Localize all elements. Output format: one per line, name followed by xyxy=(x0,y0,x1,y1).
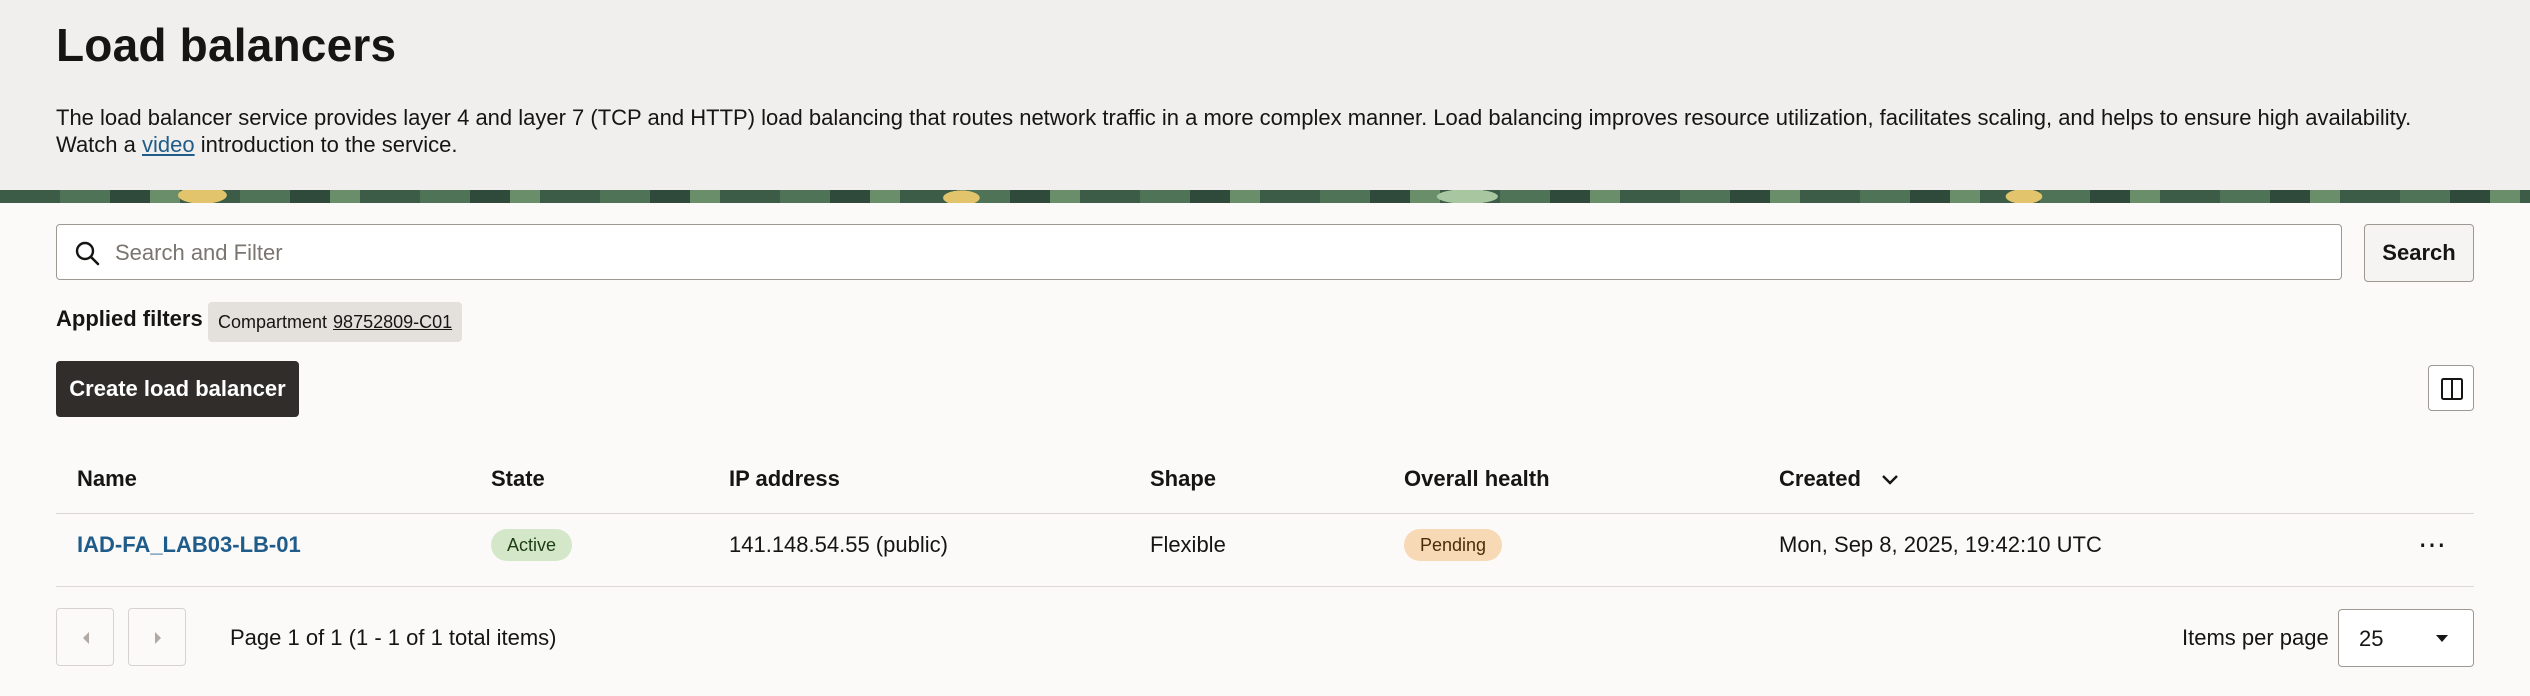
video-link[interactable]: video xyxy=(142,132,195,157)
caret-right-icon xyxy=(155,632,161,644)
row-actions-button[interactable]: ⋯ xyxy=(2412,530,2448,560)
load-balancer-name-cell: IAD-FA_LAB03-LB-01 xyxy=(77,532,301,558)
pagination-info: Page 1 of 1 (1 - 1 of 1 total items) xyxy=(230,625,557,650)
shape-cell: Flexible xyxy=(1150,532,1226,557)
created-cell: Mon, Sep 8, 2025, 19:42:10 UTC xyxy=(1779,532,2102,557)
items-per-page-label: Items per page xyxy=(2182,625,2329,650)
table-row-divider xyxy=(56,586,2474,587)
caret-left-icon xyxy=(83,632,89,644)
column-header-created[interactable]: Created xyxy=(1779,466,1899,492)
next-page-button[interactable] xyxy=(128,608,186,666)
page-title: Load balancers xyxy=(56,19,397,71)
column-header-created-label: Created xyxy=(1779,466,1861,491)
decorative-banner xyxy=(0,190,2530,203)
table-header-divider xyxy=(56,513,2474,514)
ip-address-cell: 141.148.54.55 (public) xyxy=(729,532,948,557)
applied-filters-label: Applied filters xyxy=(56,306,203,331)
column-header-state[interactable]: State xyxy=(491,466,545,492)
state-badge: Active xyxy=(491,529,573,561)
columns-icon xyxy=(2441,378,2463,400)
create-load-balancer-button[interactable]: Create load balancer xyxy=(56,361,299,417)
items-per-page-value: 25 xyxy=(2359,626,2384,651)
column-header-shape[interactable]: Shape xyxy=(1150,466,1216,492)
chevron-down-icon xyxy=(2436,635,2448,642)
column-header-name[interactable]: Name xyxy=(77,466,137,492)
column-header-overall-health[interactable]: Overall health xyxy=(1404,466,1550,492)
manage-columns-button[interactable] xyxy=(2428,365,2474,411)
filter-chip-key: Compartment xyxy=(218,312,328,332)
items-per-page-select[interactable]: 25 xyxy=(2338,609,2474,667)
health-badge: Pending xyxy=(1404,529,1503,561)
search-button[interactable]: Search xyxy=(2364,224,2474,282)
search-icon xyxy=(75,241,100,266)
search-input[interactable] xyxy=(113,225,2317,281)
description-text-end: introduction to the service. xyxy=(194,132,458,157)
filter-chip-value[interactable]: 98752809-C01 xyxy=(333,312,452,332)
search-box[interactable] xyxy=(56,224,2342,281)
page-description: The load balancer service provides layer… xyxy=(56,104,2476,158)
filter-chip-compartment[interactable]: Compartment 98752809-C01 xyxy=(208,302,463,342)
load-balancer-name-link[interactable]: IAD-FA_LAB03-LB-01 xyxy=(77,532,301,557)
column-header-ip-address[interactable]: IP address xyxy=(729,466,840,492)
sort-descending-icon[interactable] xyxy=(1881,474,1899,486)
page-header: Load balancers The load balancer service… xyxy=(0,0,2530,190)
previous-page-button[interactable] xyxy=(56,608,114,666)
